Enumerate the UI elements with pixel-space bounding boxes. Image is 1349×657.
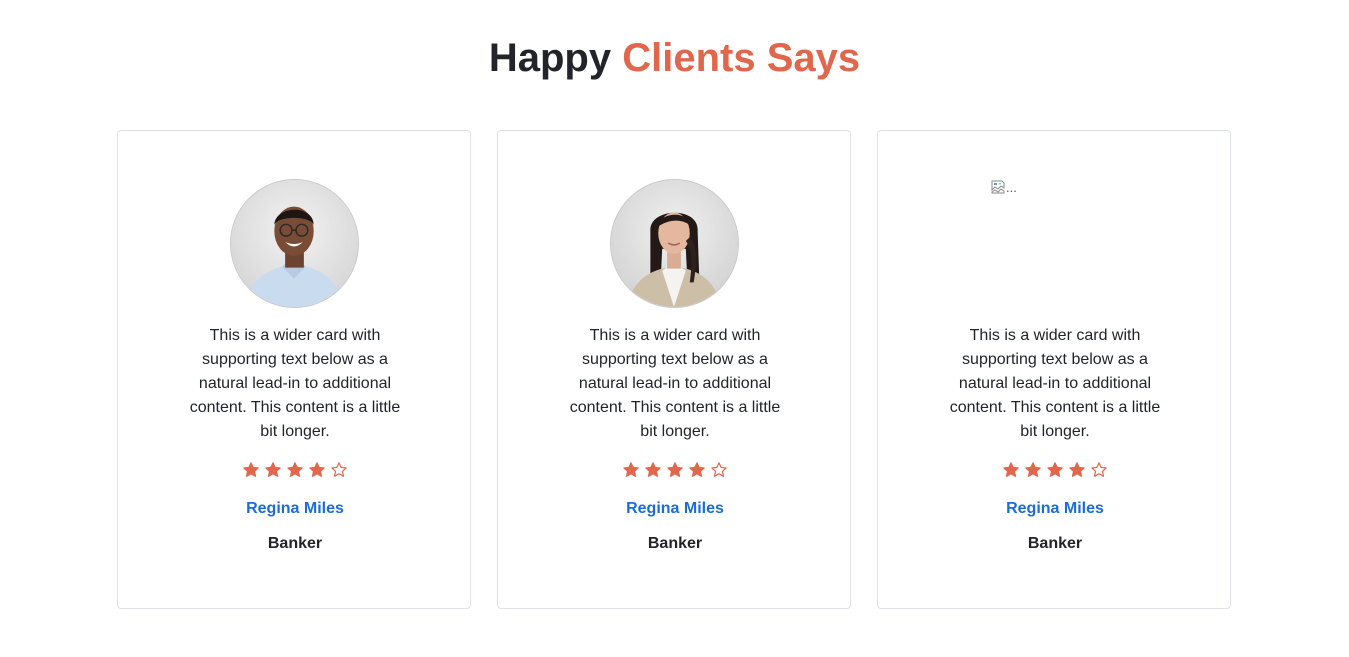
title-part-accent: Clients Says — [622, 36, 861, 80]
client-role: Banker — [267, 535, 323, 552]
star-filled-icon — [1068, 461, 1086, 479]
star-filled-icon — [1024, 461, 1042, 479]
testimonial-card: This is a wider card with supporting tex… — [117, 130, 471, 609]
testimonials-section: Happy Clients Says This is a wider card … — [0, 0, 1349, 657]
client-avatar-woman — [610, 179, 739, 308]
star-filled-icon — [622, 461, 640, 479]
man-portrait-icon — [231, 180, 358, 307]
star-filled-icon — [688, 461, 706, 479]
client-role: Banker — [1027, 535, 1083, 552]
star-empty-icon — [330, 461, 348, 479]
testimonial-cards: This is a wider card with supporting tex… — [117, 130, 1233, 611]
testimonial-text: This is a wider card with supporting tex… — [569, 327, 781, 440]
client-name-link[interactable]: Regina Miles — [878, 499, 1232, 519]
star-filled-icon — [644, 461, 662, 479]
star-filled-icon — [1002, 461, 1020, 479]
rating-stars — [878, 461, 1232, 481]
rating-stars — [498, 461, 852, 481]
star-filled-icon — [1046, 461, 1064, 479]
testimonial-text: This is a wider card with supporting tex… — [189, 327, 401, 440]
star-empty-icon — [710, 461, 728, 479]
client-name-link[interactable]: Regina Miles — [498, 499, 852, 519]
star-filled-icon — [308, 461, 326, 479]
client-name-link[interactable]: Regina Miles — [118, 499, 472, 519]
star-filled-icon — [264, 461, 282, 479]
star-filled-icon — [286, 461, 304, 479]
rating-stars — [118, 461, 472, 481]
image-alt-text: ... — [1006, 180, 1017, 195]
woman-portrait-icon — [611, 180, 738, 307]
broken-image-icon — [991, 180, 1005, 194]
testimonial-card: ... This is a wider card with supporting… — [877, 130, 1231, 609]
client-role: Banker — [647, 535, 703, 552]
testimonial-text: This is a wider card with supporting tex… — [949, 327, 1161, 440]
client-avatar-man — [230, 179, 359, 308]
testimonial-card: This is a wider card with supporting tex… — [497, 130, 851, 609]
star-filled-icon — [242, 461, 260, 479]
title-part-dark: Happy — [488, 36, 612, 80]
client-avatar-broken: ... — [990, 179, 1119, 308]
section-title: Happy Clients Says — [0, 34, 1349, 82]
star-filled-icon — [666, 461, 684, 479]
star-empty-icon — [1090, 461, 1108, 479]
